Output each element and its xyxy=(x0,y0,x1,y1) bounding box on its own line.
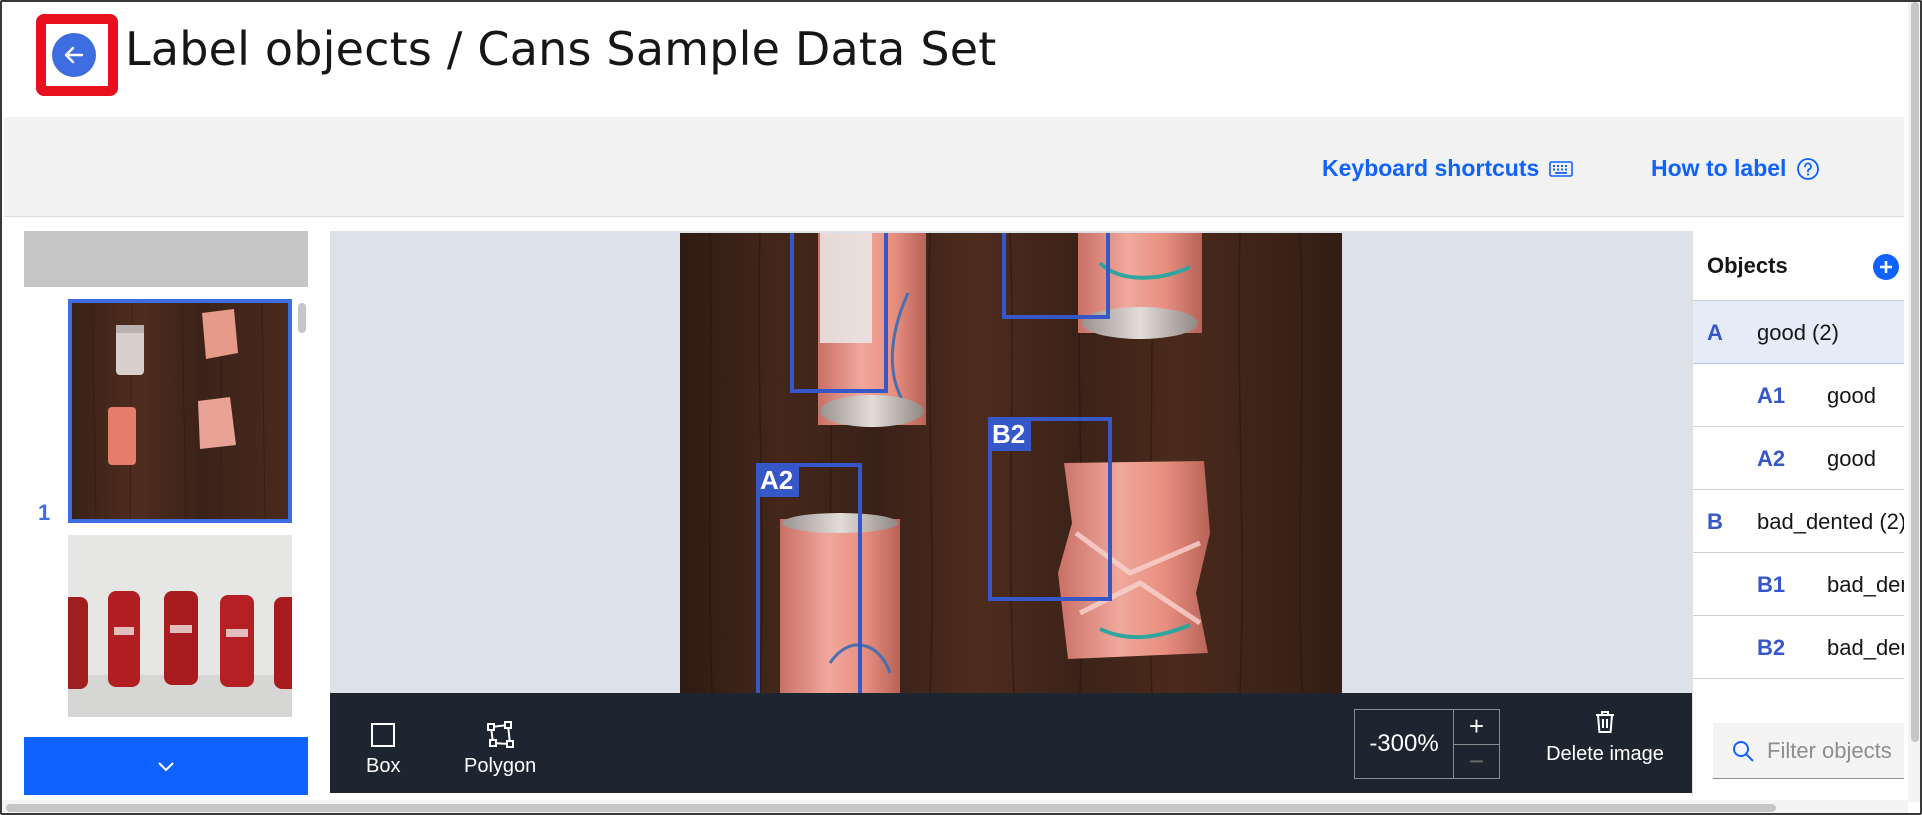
page-title: Label objects / Cans Sample Data Set xyxy=(125,22,997,76)
object-name: good xyxy=(1827,383,1876,408)
object-id: B xyxy=(1707,509,1723,534)
object-row-a1[interactable]: A1 good xyxy=(1693,364,1904,427)
objects-panel: Objects A good (2) A1 good A2 good B bad… xyxy=(1692,231,1904,796)
how-to-label-text: How to label xyxy=(1651,155,1787,181)
filter-objects-input[interactable] xyxy=(1767,737,1904,764)
polygon-icon xyxy=(486,721,515,749)
thumbnail-list[interactable]: 1 xyxy=(24,299,308,717)
object-row-b1[interactable]: B1 bad_dented xyxy=(1693,553,1904,616)
box-tool-button[interactable]: Box xyxy=(366,721,400,778)
keyboard-shortcuts-label: Keyboard shortcuts xyxy=(1322,155,1540,181)
object-group-b[interactable]: B bad_dented (2) xyxy=(1693,490,1904,553)
bounding-box-b2[interactable]: B2 xyxy=(988,417,1112,601)
object-group-a[interactable]: A good (2) xyxy=(1693,301,1904,364)
object-id: A1 xyxy=(1757,383,1786,408)
object-name: bad_dented xyxy=(1827,635,1904,660)
box-tool-label: Box xyxy=(366,755,401,777)
labeling-canvas[interactable]: B2 A2 xyxy=(330,231,1692,693)
app-window: Label objects / Cans Sample Data Set Key… xyxy=(0,0,1922,815)
help-icon xyxy=(1796,157,1820,181)
chevron-down-icon xyxy=(157,760,175,772)
bounding-box-a1[interactable] xyxy=(790,233,888,393)
filmstrip-header xyxy=(24,231,308,287)
add-object-button[interactable] xyxy=(1873,254,1899,280)
search-icon xyxy=(1731,739,1755,763)
object-id: B2 xyxy=(1757,635,1786,660)
object-id: B1 xyxy=(1757,572,1786,597)
objects-list: A good (2) A1 good A2 good B bad_dented … xyxy=(1693,301,1904,679)
object-row-b2[interactable]: B2 bad_dented xyxy=(1693,616,1904,679)
page-header: Label objects / Cans Sample Data Set xyxy=(2,2,1920,117)
bounding-box-a2[interactable]: A2 xyxy=(756,463,862,693)
filmstrip-next-button[interactable] xyxy=(24,737,308,795)
filter-objects-field[interactable] xyxy=(1713,723,1904,779)
back-button[interactable] xyxy=(52,33,96,77)
bounding-box-label-b2: B2 xyxy=(988,417,1032,451)
zoom-buttons: + − xyxy=(1453,710,1499,778)
thumbnail-image-2[interactable] xyxy=(68,535,292,717)
horizontal-scrollbar-thumb[interactable] xyxy=(6,804,1776,812)
image-filmstrip: 1 xyxy=(24,231,308,796)
object-name: bad_dented xyxy=(1827,572,1904,597)
object-id: A2 xyxy=(1757,446,1786,471)
drawing-toolbar: Box Polygon -300% + − Delete image xyxy=(330,693,1692,793)
bounding-box-label-a2: A2 xyxy=(756,463,800,497)
objects-title: Objects xyxy=(1707,253,1788,278)
zoom-in-button[interactable]: + xyxy=(1454,710,1499,744)
thumbnail-image-1[interactable] xyxy=(68,299,292,523)
vertical-scrollbar-thumb[interactable] xyxy=(1911,2,1919,742)
thumbnail-number: 1 xyxy=(38,500,51,525)
trash-icon xyxy=(1593,709,1617,735)
zoom-control: -300% + − xyxy=(1354,709,1500,779)
zoom-level[interactable]: -300% xyxy=(1355,710,1453,778)
objects-header: Objects xyxy=(1693,231,1904,301)
keyboard-icon xyxy=(1549,160,1574,177)
arrow-left-icon xyxy=(61,42,87,68)
horizontal-scrollbar[interactable] xyxy=(2,800,1908,813)
square-icon xyxy=(369,721,397,749)
polygon-tool-label: Polygon xyxy=(464,755,537,777)
polygon-tool-button[interactable]: Polygon xyxy=(464,721,536,778)
keyboard-shortcuts-link[interactable]: Keyboard shortcuts xyxy=(1322,155,1574,182)
object-name: bad_dented (2) xyxy=(1757,509,1904,534)
delete-image-button[interactable]: Delete image xyxy=(1540,709,1670,766)
top-toolbar: Keyboard shortcuts How to label xyxy=(4,117,1904,217)
object-name: good (2) xyxy=(1757,320,1839,345)
plus-icon xyxy=(1879,260,1893,274)
object-id: A xyxy=(1707,320,1723,345)
cans-photo: B2 A2 xyxy=(680,233,1342,693)
delete-image-label: Delete image xyxy=(1546,743,1664,765)
vertical-scrollbar[interactable] xyxy=(1908,2,1920,802)
zoom-out-button[interactable]: − xyxy=(1454,743,1499,779)
object-name: good xyxy=(1827,446,1876,471)
how-to-label-link[interactable]: How to label xyxy=(1651,155,1820,182)
object-row-a2[interactable]: A2 good xyxy=(1693,427,1904,490)
bounding-box-b1[interactable] xyxy=(1002,233,1110,319)
filmstrip-scrollbar[interactable] xyxy=(298,303,306,333)
